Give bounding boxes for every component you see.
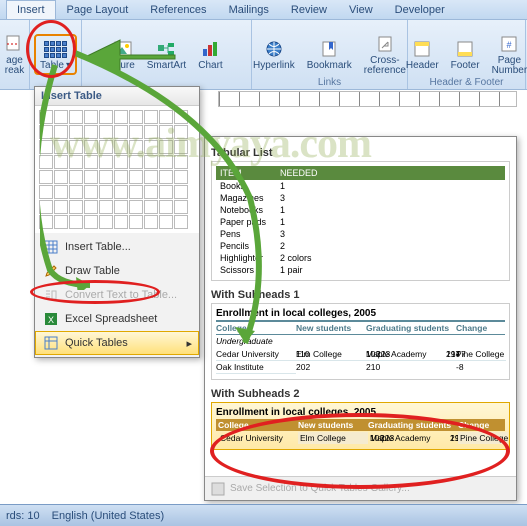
pagenum-button[interactable]: #Page Number [489, 31, 527, 78]
table-row: Elm College223214+9 [296, 348, 366, 361]
tab-insert[interactable]: Insert [6, 0, 56, 19]
bookmark-icon [318, 38, 340, 60]
table-row: Maple Academy197120+77 [366, 348, 456, 361]
page-break-icon [4, 33, 26, 55]
quick-tables-item[interactable]: Quick Tables▸ [35, 331, 199, 355]
table-row: Pine College134121+13 [458, 432, 508, 444]
chart-button[interactable]: Chart [195, 36, 225, 73]
table-row: Pencils2 [216, 240, 505, 252]
table-row: Cedar University110103+7 [218, 432, 298, 444]
links-group-label: Links [252, 77, 407, 88]
language-status[interactable]: English (United States) [52, 510, 165, 522]
quick-tables-gallery: Tabular List ITEMNEEDED Books1Magazines3… [204, 136, 517, 501]
word-count[interactable]: rds: 10 [6, 510, 40, 522]
table-row: Paper pads1 [216, 216, 505, 228]
footer-icon [454, 38, 476, 60]
ribbon-tabs: Insert Page Layout References Mailings R… [0, 0, 527, 20]
table-row: Cedar University110103+7 [216, 348, 296, 361]
bookmark-button[interactable]: Bookmark [304, 36, 355, 73]
gallery-section-subheads1: With Subheads 1 [211, 289, 510, 301]
tab-view[interactable]: View [338, 0, 384, 19]
excel-spreadsheet-item[interactable]: XExcel Spreadsheet [35, 307, 199, 331]
quick-tables-icon [43, 335, 59, 351]
excel-icon: X [43, 311, 59, 327]
dropdown-title: Insert Table [35, 87, 199, 106]
table-row: Oak Institute202210-8 [216, 361, 296, 374]
chart-icon [199, 38, 221, 60]
gallery-section-tabular: Tabular List [211, 147, 510, 159]
template-subheads1[interactable]: Enrollment in local colleges, 2005 Colle… [211, 303, 510, 380]
crossref-button[interactable]: Cross-reference [361, 31, 409, 78]
table-row: Highlighter2 colors [216, 252, 505, 264]
table-row: Pens3 [216, 228, 505, 240]
convert-text-item: Convert Text to Table... [35, 283, 199, 307]
tab-page-layout[interactable]: Page Layout [56, 0, 140, 19]
tab-mailings[interactable]: Mailings [218, 0, 280, 19]
convert-icon [43, 287, 59, 303]
table-icon [43, 239, 59, 255]
table-row: Notebooks1 [216, 204, 505, 216]
svg-text:X: X [48, 315, 54, 325]
globe-icon [263, 38, 285, 60]
template-tabular-list[interactable]: ITEMNEEDED Books1Magazines3Notebooks1Pap… [211, 161, 510, 281]
tab-review[interactable]: Review [280, 0, 338, 19]
save-selection-item: Save Selection to Quick Tables Gallery..… [205, 476, 516, 500]
table-row: Maple Academy197120+77 [368, 432, 458, 444]
header-icon [411, 38, 433, 60]
annotation-arrow [80, 30, 180, 80]
footer-button[interactable]: Footer [448, 36, 483, 73]
chevron-down-icon: ▾ [66, 61, 71, 71]
table-grid-picker[interactable] [35, 106, 199, 233]
table-row: Pine College134121+13 [456, 348, 506, 361]
table-dropdown: Insert Table Insert Table... Draw Table … [34, 86, 200, 358]
tab-developer[interactable]: Developer [384, 0, 456, 19]
template-subheads2[interactable]: Enrollment in local colleges, 2005 Colle… [211, 402, 510, 450]
hf-group-label: Header & Footer [408, 77, 525, 88]
table-button[interactable]: Table▾ [34, 34, 77, 75]
table-row: Elm College223214+9 [298, 432, 368, 444]
tab-references[interactable]: References [139, 0, 217, 19]
pencil-icon [43, 263, 59, 279]
ruler [218, 91, 517, 107]
chevron-right-icon: ▸ [186, 337, 192, 350]
page-break-button[interactable]: age reak [1, 31, 29, 78]
table-icon [44, 41, 67, 58]
crossref-icon [374, 33, 396, 55]
table-row: Books1 [216, 180, 505, 192]
gallery-section-subheads2: With Subheads 2 [211, 388, 510, 400]
pagenum-icon: # [498, 33, 520, 55]
insert-table-item[interactable]: Insert Table... [35, 235, 199, 259]
table-row: Magazines3 [216, 192, 505, 204]
header-button[interactable]: Header [403, 36, 442, 73]
svg-text:#: # [507, 40, 512, 50]
table-row: Scissors1 pair [216, 264, 505, 276]
draw-table-item[interactable]: Draw Table [35, 259, 199, 283]
hyperlink-button[interactable]: Hyperlink [250, 36, 298, 73]
save-icon [211, 482, 225, 496]
status-bar: rds: 10 English (United States) [0, 504, 527, 526]
